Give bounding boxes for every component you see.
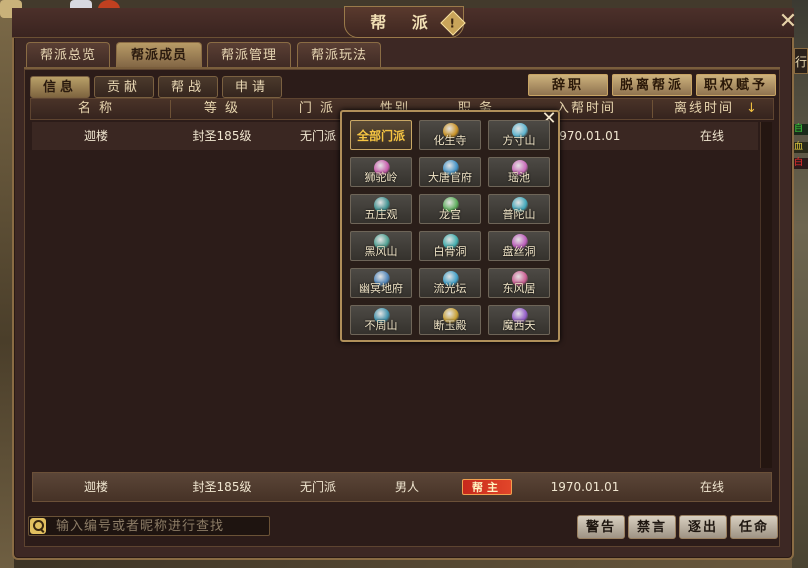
sect-option-label: 化生寺 [433, 134, 467, 147]
sect-option[interactable]: 流光坛 [419, 268, 481, 298]
self-status: 在线 [699, 480, 724, 494]
sect-option-label: 瑶池 [508, 171, 530, 184]
sect-option[interactable]: 盘丝洞 [488, 231, 550, 261]
subtab-contribution[interactable]: 贡献 [94, 76, 154, 98]
sect-option-label: 流光坛 [433, 282, 467, 295]
sect-option[interactable]: 方寸山 [488, 120, 550, 150]
side-tab[interactable]: 行 [794, 48, 808, 74]
sect-option-label: 大唐官府 [428, 171, 472, 184]
sect-option[interactable]: 狮驼岭 [350, 157, 412, 187]
leave-guild-button[interactable]: 脱离帮派 [612, 74, 692, 96]
tab-members[interactable]: 帮派成员 [116, 42, 202, 68]
tab-overview[interactable]: 帮派总览 [26, 42, 110, 68]
sect-option[interactable]: 化生寺 [419, 120, 481, 150]
member-status: 在线 [699, 129, 724, 143]
sect-option[interactable]: 不周山 [350, 305, 412, 335]
sect-option[interactable]: 白骨洞 [419, 231, 481, 261]
sect-option[interactable]: 东风居 [488, 268, 550, 298]
arrow-down-icon[interactable]: ↓ [746, 100, 760, 118]
side-text: 自 [794, 124, 808, 135]
sect-option-label: 全部门派 [356, 128, 405, 143]
member-name: 迦楼 [83, 129, 108, 143]
self-sect: 无门派 [299, 480, 336, 494]
self-gender: 男人 [394, 480, 419, 494]
subtab-guild-war[interactable]: 帮战 [158, 76, 218, 98]
tab-management[interactable]: 帮派管理 [207, 42, 291, 68]
column-offline-time[interactable]: 离线时间 [662, 100, 746, 118]
sect-option-label: 黑风山 [364, 245, 398, 258]
self-name: 迦楼 [83, 480, 108, 494]
member-level: 封圣185级 [192, 129, 252, 143]
sect-option[interactable]: 普陀山 [488, 194, 550, 224]
sect-option[interactable]: 瑶池 [488, 157, 550, 187]
column-level[interactable]: 等 级 [172, 100, 272, 118]
sect-option-label: 狮驼岭 [364, 171, 398, 184]
mute-button[interactable]: 禁言 [628, 515, 676, 539]
sect-option-label: 普陀山 [502, 208, 536, 221]
self-level: 封圣185级 [192, 480, 252, 494]
sect-option-label: 龙宫 [439, 208, 461, 221]
sect-option-label: 幽冥地府 [359, 282, 403, 295]
sect-option[interactable]: 幽冥地府 [350, 268, 412, 298]
appoint-button[interactable]: 任命 [730, 515, 778, 539]
scrollbar[interactable] [760, 122, 772, 468]
sect-option-label: 东风居 [502, 282, 536, 295]
self-join-time: 1970.01.01 [550, 480, 620, 494]
window-title: 帮 派 [370, 13, 438, 32]
sect-option-label: 白骨洞 [433, 245, 467, 258]
warn-button[interactable]: 警告 [577, 515, 625, 539]
game-background-right [792, 0, 808, 568]
side-text: 白 [794, 158, 808, 169]
tab-gameplay[interactable]: 帮派玩法 [297, 42, 381, 68]
subtab-applications[interactable]: 申请 [222, 76, 282, 98]
sect-option-label: 断玉殿 [433, 319, 467, 332]
close-icon[interactable]: ✕ [776, 10, 800, 34]
sect-option[interactable]: 五庄观 [350, 194, 412, 224]
sect-option[interactable]: 全部门派 [350, 120, 412, 150]
sect-option-label: 魔西天 [502, 319, 536, 332]
sect-option[interactable]: 大唐官府 [419, 157, 481, 187]
sect-option[interactable]: 断玉殿 [419, 305, 481, 335]
resign-button[interactable]: 辞职 [528, 74, 608, 96]
column-divider [652, 100, 653, 118]
column-name[interactable]: 名 称 [46, 100, 146, 118]
sect-option[interactable]: 龙宫 [419, 194, 481, 224]
leader-badge: 帮主 [462, 479, 512, 495]
side-text: 血 [794, 142, 808, 153]
search-icon[interactable] [30, 518, 46, 534]
sect-option-label: 不周山 [364, 319, 398, 332]
search-input[interactable] [52, 516, 268, 536]
sect-option[interactable]: 黑风山 [350, 231, 412, 261]
sect-option[interactable]: 魔西天 [488, 305, 550, 335]
grant-authority-button[interactable]: 职权赋予 [696, 74, 776, 96]
subtab-info[interactable]: 信息 [30, 76, 90, 98]
sect-option-label: 盘丝洞 [502, 245, 536, 258]
sect-option-label: 五庄观 [364, 208, 398, 221]
sect-option-label: 方寸山 [502, 134, 536, 147]
kick-button[interactable]: 逐出 [679, 515, 727, 539]
column-divider [272, 100, 273, 118]
column-divider [170, 100, 171, 118]
